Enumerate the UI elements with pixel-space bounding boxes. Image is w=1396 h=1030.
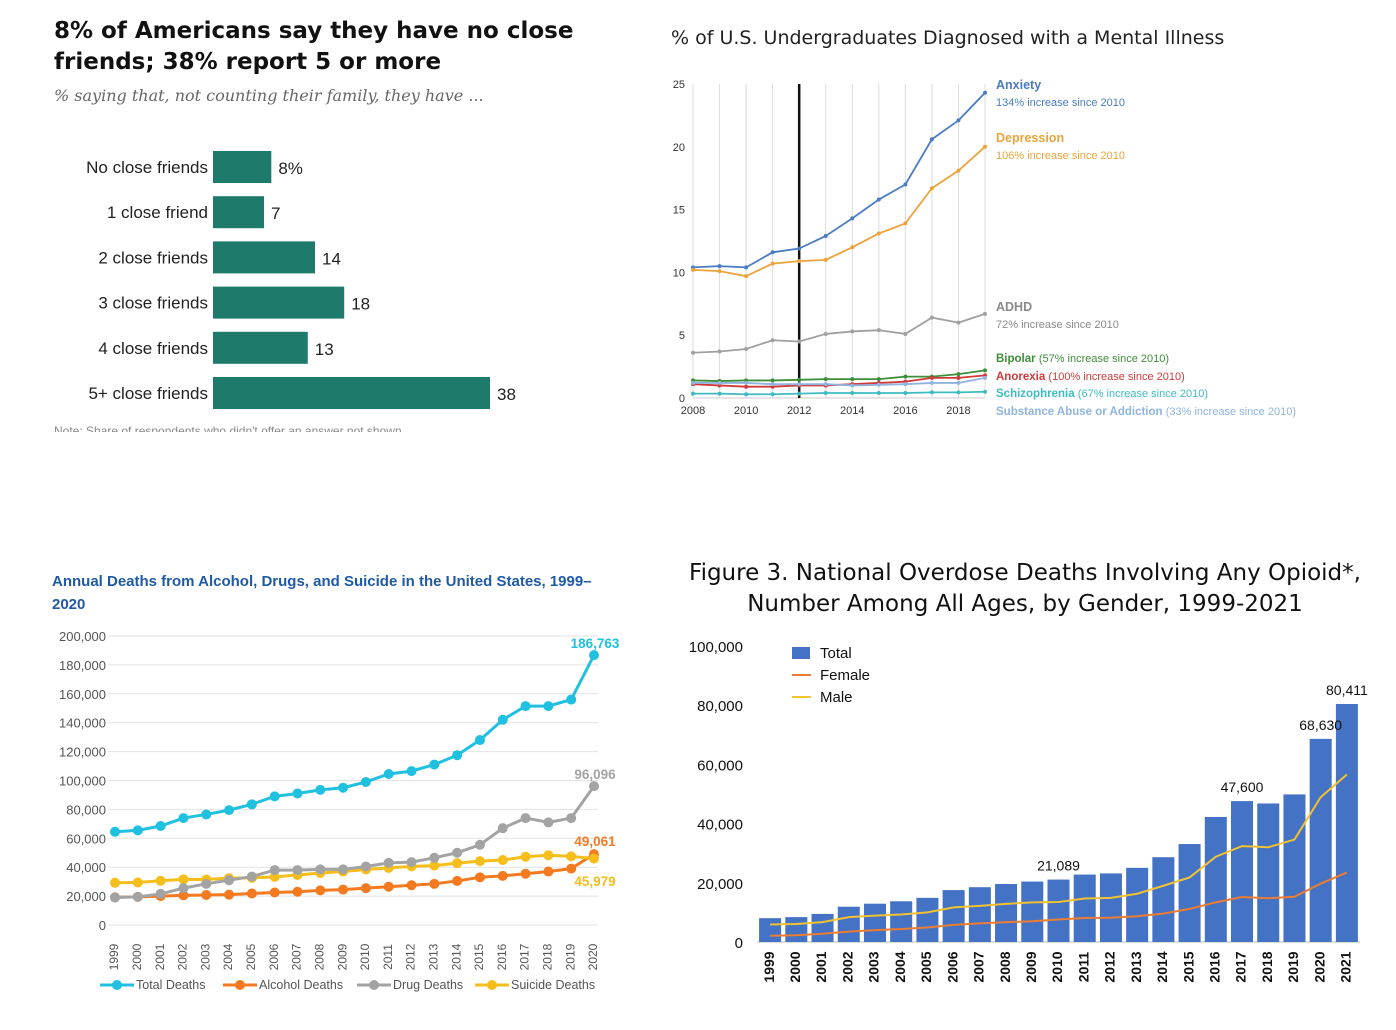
opioid-bar-chart: 0 20,000 40,000 60,000 80,000 100,000 1999 2000… [689, 639, 1368, 983]
x-tick-label: 2017 [1233, 951, 1249, 982]
legend-label-male: Male [820, 689, 853, 706]
y-tick-label: 60,000 [697, 757, 743, 774]
x-tick-label: 2007 [971, 951, 987, 982]
x-tick-label: 2004 [892, 951, 908, 982]
y-tick-label: 20,000 [697, 876, 743, 893]
y-tick-label: 80,000 [697, 698, 743, 715]
bar-2000 [785, 917, 808, 942]
x-tick-label: 2002 [839, 951, 855, 982]
x-tick-label: 2018 [1259, 951, 1275, 982]
bar-2007 [968, 887, 991, 942]
bar-2014 [1152, 857, 1175, 942]
data-label-2020: 68,630 [1299, 717, 1342, 733]
bar-2008 [995, 884, 1018, 942]
x-tick-label: 2000 [787, 951, 803, 982]
bar-2001 [811, 913, 834, 942]
x-tick-label: 2012 [1102, 951, 1118, 982]
legend-swatch-total [792, 647, 810, 659]
y-tick-label: 0 [735, 935, 743, 952]
bar-2015 [1178, 844, 1201, 942]
x-tick-label: 2008 [997, 951, 1013, 982]
bar-2013 [1126, 867, 1149, 942]
bar-2021 [1335, 703, 1358, 942]
legend-label-female: Female [820, 667, 870, 684]
bar-2011 [1073, 874, 1096, 942]
x-tick-label: 1999 [761, 951, 777, 982]
x-tick-label: 2016 [1207, 951, 1223, 982]
x-tick-label: 2014 [1154, 951, 1170, 982]
y-tick-label: 40,000 [697, 817, 743, 834]
y-tick-label: 100,000 [689, 639, 743, 656]
x-tick-label: 2006 [944, 951, 960, 982]
bar-2009 [1021, 881, 1044, 942]
bar-2012 [1099, 873, 1122, 942]
x-tick-label: 2013 [1128, 951, 1144, 982]
bar-1999 [759, 918, 782, 942]
data-label-2021: 80,411 [1326, 682, 1368, 698]
x-tick-label: 2001 [813, 951, 829, 982]
x-tick-label: 2021 [1338, 951, 1354, 982]
bar-2018 [1257, 803, 1280, 942]
x-tick-label: 2009 [1023, 951, 1039, 982]
bar-2017 [1231, 801, 1254, 942]
x-tick-label: 2019 [1285, 951, 1301, 982]
bar-2016 [1204, 816, 1227, 942]
bar-2004 [890, 901, 913, 942]
bar-2005 [916, 897, 939, 942]
legend-label-total: Total [820, 645, 852, 662]
x-tick-label: 2011 [1075, 952, 1091, 983]
bar-2019 [1283, 794, 1306, 942]
bar-2020 [1309, 738, 1332, 942]
x-tick-label: 2015 [1180, 951, 1196, 982]
data-label-2017: 47,600 [1221, 779, 1264, 795]
bar-2002 [837, 906, 860, 942]
x-tick-label: 2005 [918, 951, 934, 982]
bar-2003 [863, 903, 886, 942]
x-tick-label: 2020 [1311, 951, 1327, 982]
x-tick-label: 2010 [1049, 951, 1065, 982]
bar-2006 [942, 890, 965, 942]
data-label-2010: 21,089 [1037, 858, 1080, 874]
x-tick-label: 2003 [866, 951, 882, 982]
bar-2010 [1047, 879, 1070, 942]
